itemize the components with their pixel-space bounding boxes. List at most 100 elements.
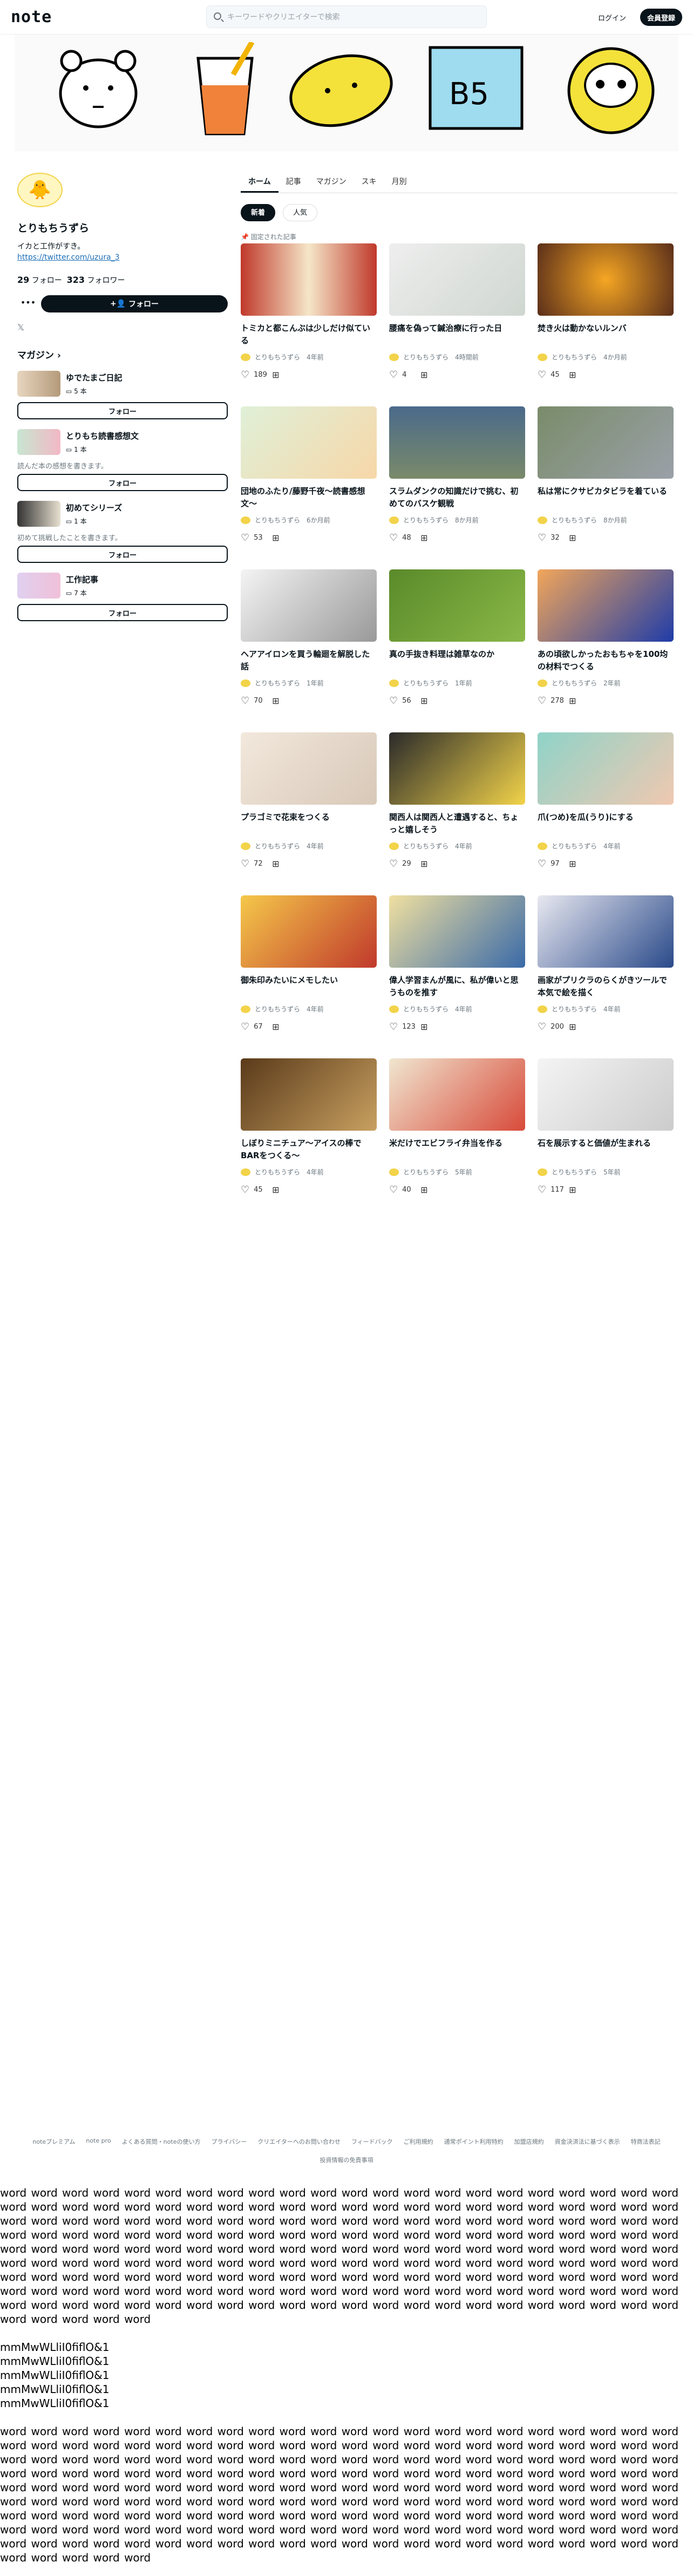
add-to-magazine-icon[interactable]: ⊞ (420, 533, 427, 543)
magazine-follow-button[interactable]: フォロー (17, 474, 228, 491)
heart-icon[interactable]: ♡ (241, 695, 249, 706)
footer-link[interactable]: note pro (86, 2137, 111, 2146)
article-thumbnail[interactable] (538, 569, 674, 642)
author-avatar[interactable] (241, 1005, 250, 1013)
footer-link[interactable]: プライバシー (211, 2137, 247, 2146)
article-card[interactable]: あの頃欲しかったおもちゃを100均の材料でつくる とりもちうずら 2年前 ♡ 278 ⊞ (538, 569, 674, 732)
add-to-magazine-icon[interactable]: ⊞ (569, 1022, 576, 1032)
x-twitter-icon[interactable]: 𝕏 (17, 322, 228, 332)
add-to-magazine-icon[interactable]: ⊞ (569, 1185, 576, 1195)
add-to-magazine-icon[interactable]: ⊞ (272, 370, 279, 380)
chip-new[interactable]: 新着 (241, 204, 276, 221)
tab-articles[interactable]: 記事 (278, 172, 309, 193)
login-button[interactable]: ログイン (589, 9, 635, 26)
article-card[interactable]: しぼりミニチュア〜アイスの棒でBARをつくる〜 とりもちうずら 4年前 ♡ 45 ⊞ (241, 1058, 377, 1221)
magazine-follow-button[interactable]: フォロー (17, 546, 228, 563)
tab-magazines[interactable]: マガジン (309, 172, 354, 193)
author-avatar[interactable] (389, 1005, 399, 1013)
article-title[interactable]: 腰痛を偽って鍼治療に行った日 (389, 322, 525, 348)
author-name[interactable]: とりもちうずら (255, 1004, 300, 1014)
author-avatar[interactable] (538, 679, 547, 687)
add-to-magazine-icon[interactable]: ⊞ (569, 533, 576, 543)
author-name[interactable]: とりもちうずら (552, 841, 597, 851)
author-name[interactable]: とりもちうずら (552, 352, 597, 362)
add-to-magazine-icon[interactable]: ⊞ (272, 859, 279, 869)
article-title[interactable]: 画家がプリクラのらくがきツールで本気で絵を描く (538, 974, 674, 1000)
heart-icon[interactable]: ♡ (389, 858, 398, 869)
article-title[interactable]: 私は常にクサビカタビラを着ている (538, 485, 674, 511)
author-name[interactable]: とりもちうずら (403, 1167, 449, 1177)
footer-link[interactable]: 加盟店規約 (514, 2137, 544, 2146)
tab-monthly[interactable]: 月別 (384, 172, 415, 193)
heart-icon[interactable]: ♡ (241, 1021, 249, 1032)
add-to-magazine-icon[interactable]: ⊞ (272, 1022, 279, 1032)
article-title[interactable]: トミカと都こんぶは少しだけ似ている (241, 322, 377, 348)
article-card[interactable]: スラムダンクの知識だけで挑む、初めてのバスケ観戦 とりもちうずら 8か月前 ♡ 48 ⊞ (389, 406, 525, 569)
article-title[interactable]: スラムダンクの知識だけで挑む、初めてのバスケ観戦 (389, 485, 525, 511)
article-title[interactable]: 米だけでエビフライ弁当を作る (389, 1137, 525, 1163)
heart-icon[interactable]: ♡ (241, 532, 249, 543)
author-name[interactable]: とりもちうずら (403, 678, 449, 688)
article-card[interactable]: 真の手抜き料理は雑草なのか とりもちうずら 1年前 ♡ 56 ⊞ (389, 569, 525, 732)
heart-icon[interactable]: ♡ (389, 369, 398, 380)
article-title[interactable]: 御朱印みたいにメモしたい (241, 974, 377, 1000)
magazine-item[interactable]: ゆでたまご日記 ▭ 5 本 フォロー (17, 371, 228, 419)
author-name[interactable]: とりもちうずら (552, 1004, 597, 1014)
footer-link[interactable]: よくある質問・noteの使い方 (122, 2137, 201, 2146)
heart-icon[interactable]: ♡ (538, 369, 546, 380)
article-thumbnail[interactable] (538, 895, 674, 968)
follow-button[interactable]: +👤 フォロー (41, 295, 228, 312)
article-thumbnail[interactable] (389, 732, 525, 805)
add-to-magazine-icon[interactable]: ⊞ (272, 533, 279, 543)
footer-link[interactable]: クリエイターへのお問い合わせ (257, 2137, 341, 2146)
footer-link[interactable]: 資金決済法に基づく表示 (555, 2137, 620, 2146)
add-to-magazine-icon[interactable]: ⊞ (272, 696, 279, 706)
author-name[interactable]: とりもちうずら (255, 841, 300, 851)
article-thumbnail[interactable] (538, 243, 674, 316)
article-thumbnail[interactable] (538, 406, 674, 479)
article-thumbnail[interactable] (389, 895, 525, 968)
article-title[interactable]: あの頃欲しかったおもちゃを100均の材料でつくる (538, 648, 674, 674)
article-card[interactable]: 関西人は関西人と遭遇すると、ちょっと嬉しそう とりもちうずら 4年前 ♡ 29 ⊞ (389, 732, 525, 895)
author-name[interactable]: とりもちうずら (255, 678, 300, 688)
article-card[interactable]: ヘアアイロンを買う輪廻を解脱した話 とりもちうずら 1年前 ♡ 70 ⊞ (241, 569, 377, 732)
article-card[interactable]: 焚き火は動かないルンバ とりもちうずら 4か月前 ♡ 45 ⊞ (538, 243, 674, 406)
magazine-item[interactable]: とりもち読書感想文 ▭ 1 本 読んだ本の感想を書きます。 フォロー (17, 429, 228, 491)
article-title[interactable]: 焚き火は動かないルンバ (538, 322, 674, 348)
article-card[interactable]: 石を展示すると価値が生まれる とりもちうずら 5年前 ♡ 117 ⊞ (538, 1058, 674, 1221)
following-count[interactable]: 323 (67, 275, 85, 285)
author-name[interactable]: とりもちうずら (552, 678, 597, 688)
author-name[interactable]: とりもちうずら (403, 352, 449, 362)
article-card[interactable]: プラゴミで花束をつくる とりもちうずら 4年前 ♡ 72 ⊞ (241, 732, 377, 895)
footer-link[interactable]: noteプレミアム (32, 2137, 75, 2146)
author-avatar[interactable] (389, 1168, 399, 1176)
author-name[interactable]: とりもちうずら (255, 1167, 300, 1177)
footer-link[interactable]: 特商法表記 (631, 2137, 661, 2146)
add-to-magazine-icon[interactable]: ⊞ (569, 859, 576, 869)
add-to-magazine-icon[interactable]: ⊞ (272, 1185, 279, 1195)
author-name[interactable]: とりもちうずら (255, 352, 300, 362)
article-thumbnail[interactable] (241, 243, 377, 316)
add-to-magazine-icon[interactable]: ⊞ (420, 859, 427, 869)
article-title[interactable]: しぼりミニチュア〜アイスの棒でBARをつくる〜 (241, 1137, 377, 1163)
magazine-item[interactable]: 初めてシリーズ ▭ 1 本 初めて挑戦したことを書きます。 フォロー (17, 501, 228, 563)
footer-link[interactable]: フィードバック (351, 2137, 393, 2146)
heart-icon[interactable]: ♡ (538, 532, 546, 543)
article-card[interactable]: 団地のふたり/藤野千夜〜読書感想文〜 とりもちうずら 6か月前 ♡ 53 ⊞ (241, 406, 377, 569)
register-button[interactable]: 会員登録 (640, 9, 682, 26)
article-thumbnail[interactable] (538, 1058, 674, 1131)
heart-icon[interactable]: ♡ (389, 695, 398, 706)
article-card[interactable]: 腰痛を偽って鍼治療に行った日 とりもちうずら 4時間前 ♡ 4 ⊞ (389, 243, 525, 406)
add-to-magazine-icon[interactable]: ⊞ (569, 696, 576, 706)
article-title[interactable]: 真の手抜き料理は雑草なのか (389, 648, 525, 674)
author-avatar[interactable] (389, 516, 399, 524)
followers-count[interactable]: 29 (17, 275, 29, 285)
article-card[interactable]: 米だけでエビフライ弁当を作る とりもちうずら 5年前 ♡ 40 ⊞ (389, 1058, 525, 1221)
article-card[interactable]: 偉人学習まんが風に、私が偉いと思うものを推す とりもちうずら 4年前 ♡ 123 ⊞ (389, 895, 525, 1058)
author-avatar[interactable] (538, 353, 547, 361)
author-avatar[interactable] (241, 353, 250, 361)
author-avatar[interactable] (538, 516, 547, 524)
heart-icon[interactable]: ♡ (389, 532, 398, 543)
article-thumbnail[interactable] (389, 243, 525, 316)
author-name[interactable]: とりもちうずら (403, 1004, 449, 1014)
